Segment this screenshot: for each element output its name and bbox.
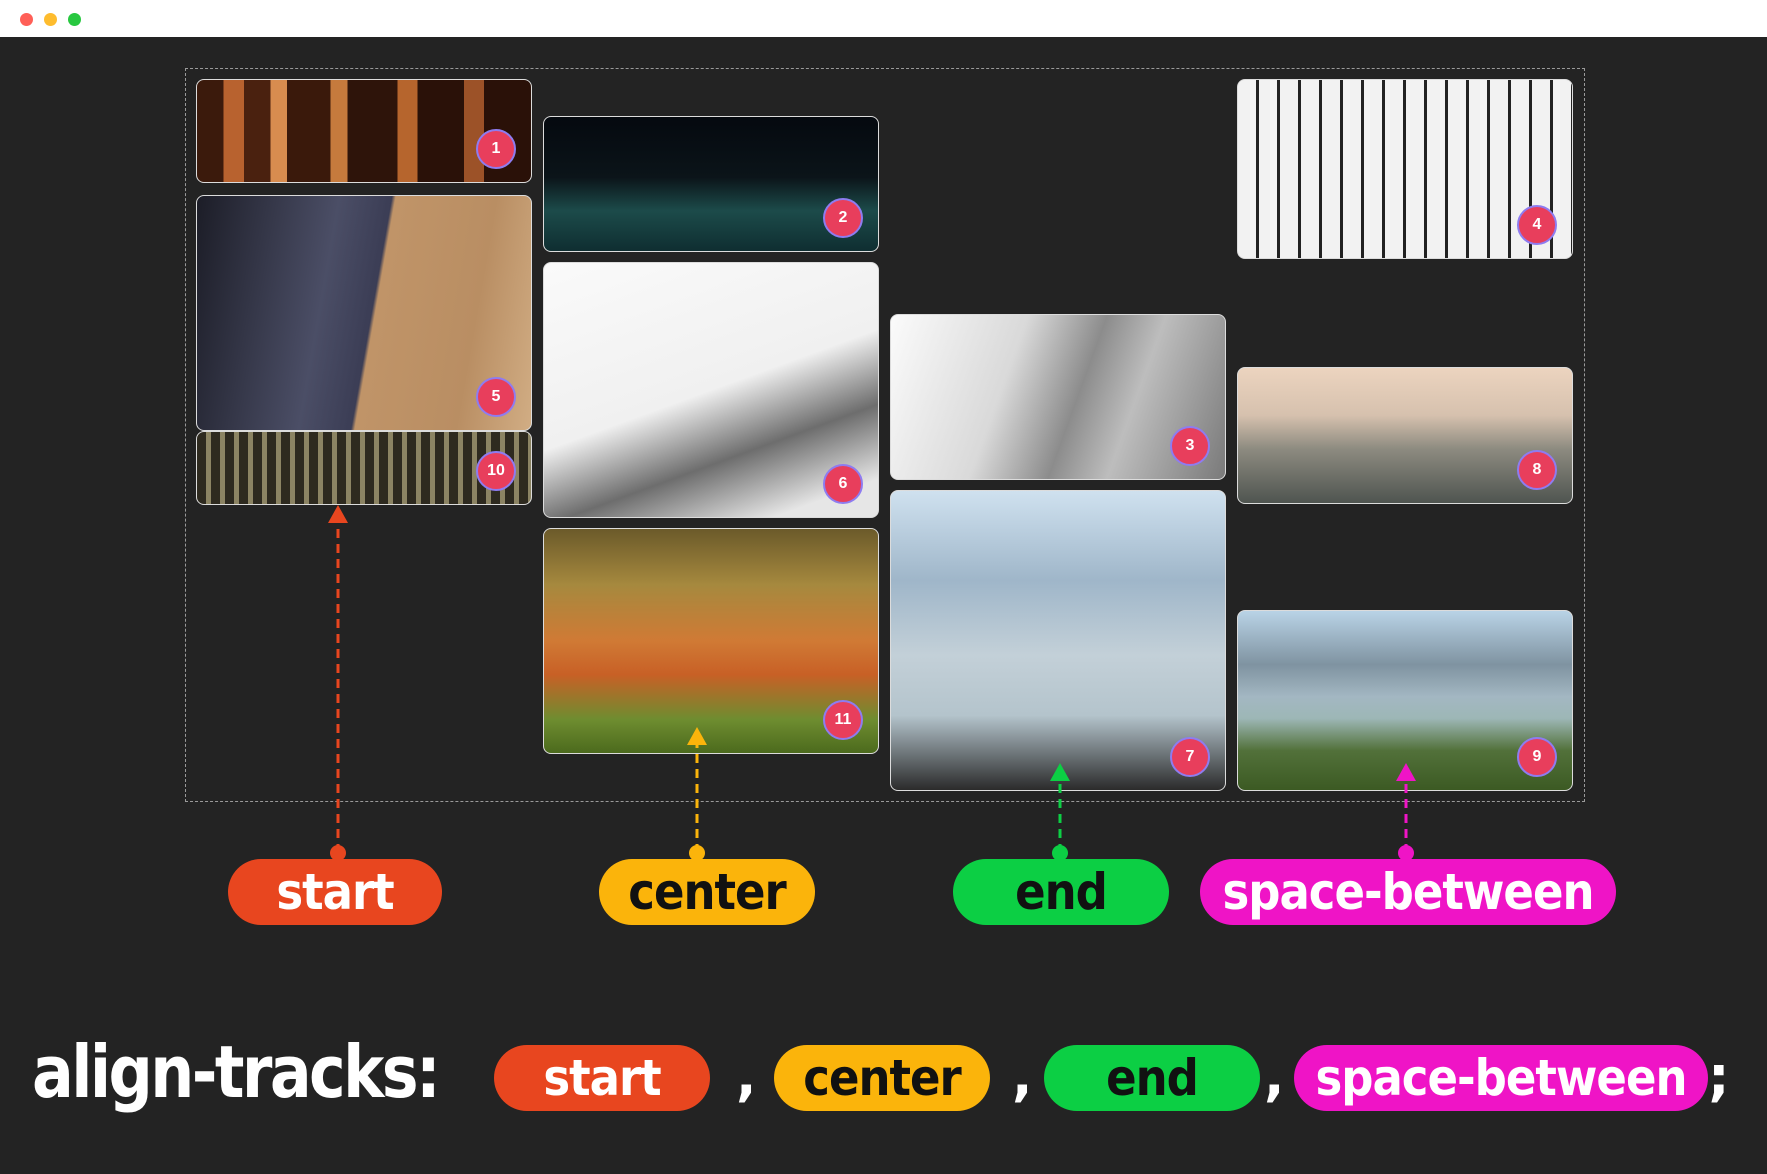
code-terminator: ; bbox=[1708, 1045, 1730, 1108]
css-property-name: align-tracks: bbox=[32, 1030, 441, 1114]
code-value-center: center bbox=[774, 1045, 990, 1111]
code-value-space-between: space-between bbox=[1294, 1045, 1708, 1111]
close-window-button[interactable] bbox=[20, 13, 33, 26]
label-start: start bbox=[228, 859, 442, 925]
diagram-canvas: 1 2 3 4 5 6 7 8 9 10 11 start center end space-bet… bbox=[0, 37, 1767, 1174]
alignment-arrows bbox=[328, 505, 1416, 861]
code-value-start-text: start bbox=[543, 1049, 661, 1107]
code-value-start: start bbox=[494, 1045, 710, 1111]
zoom-window-button[interactable] bbox=[68, 13, 81, 26]
arrow-center bbox=[687, 727, 707, 861]
label-space-between: space-between bbox=[1200, 859, 1616, 925]
minimize-window-button[interactable] bbox=[44, 13, 57, 26]
arrow-end bbox=[1050, 763, 1070, 861]
code-separator: , bbox=[1012, 1045, 1033, 1108]
label-end-text: end bbox=[1015, 863, 1108, 921]
label-start-text: start bbox=[276, 863, 394, 921]
code-value-center-text: center bbox=[803, 1049, 961, 1107]
arrow-start bbox=[328, 505, 348, 861]
arrow-space-between bbox=[1396, 763, 1416, 861]
code-separator: , bbox=[736, 1045, 757, 1108]
code-separator: , bbox=[1264, 1045, 1285, 1108]
window-title-bar bbox=[0, 0, 1767, 37]
code-value-end: end bbox=[1044, 1045, 1260, 1111]
label-center: center bbox=[599, 859, 815, 925]
code-value-end-text: end bbox=[1106, 1049, 1199, 1107]
label-end: end bbox=[953, 859, 1169, 925]
label-space-between-text: space-between bbox=[1222, 863, 1594, 921]
label-center-text: center bbox=[628, 863, 786, 921]
code-value-space-between-text: space-between bbox=[1315, 1049, 1687, 1107]
